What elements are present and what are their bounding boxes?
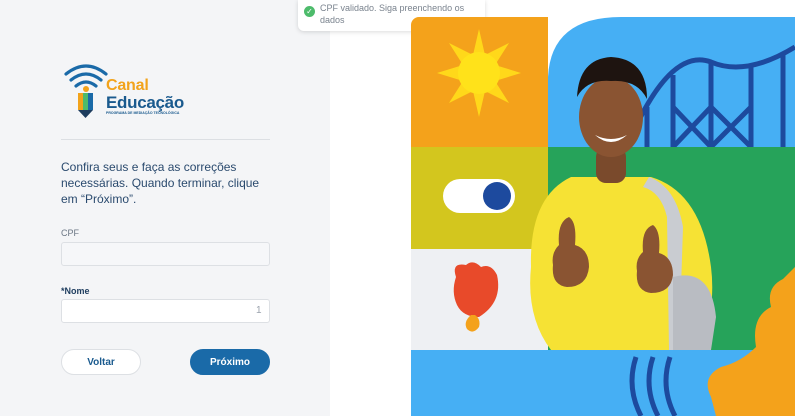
next-button[interactable]: Próximo (190, 349, 270, 375)
canal-educacao-logo: Canal Educação PROGRAMA DE MEDIAÇÃO TECN… (62, 60, 192, 118)
logo-tagline: PROGRAMA DE MEDIAÇÃO TECNOLÓGICA (106, 111, 180, 115)
nome-counter: 1 (256, 305, 262, 316)
form-panel: Canal Educação PROGRAMA DE MEDIAÇÃO TECN… (0, 0, 330, 416)
cpf-field[interactable] (61, 242, 270, 266)
back-button[interactable]: Voltar (61, 349, 141, 375)
hero-artwork (411, 17, 795, 416)
nome-field[interactable] (61, 299, 270, 323)
logo-line2: Educação (106, 93, 184, 112)
divider (61, 139, 270, 140)
check-circle-icon: ✓ (304, 6, 315, 17)
nome-label: *Nome (61, 286, 90, 296)
hero-illustration (411, 17, 795, 416)
cpf-label: CPF (61, 228, 79, 238)
instructions-text: Confira seus e faça as correções necessá… (61, 160, 260, 206)
broadcast-pencil-icon (64, 64, 108, 118)
